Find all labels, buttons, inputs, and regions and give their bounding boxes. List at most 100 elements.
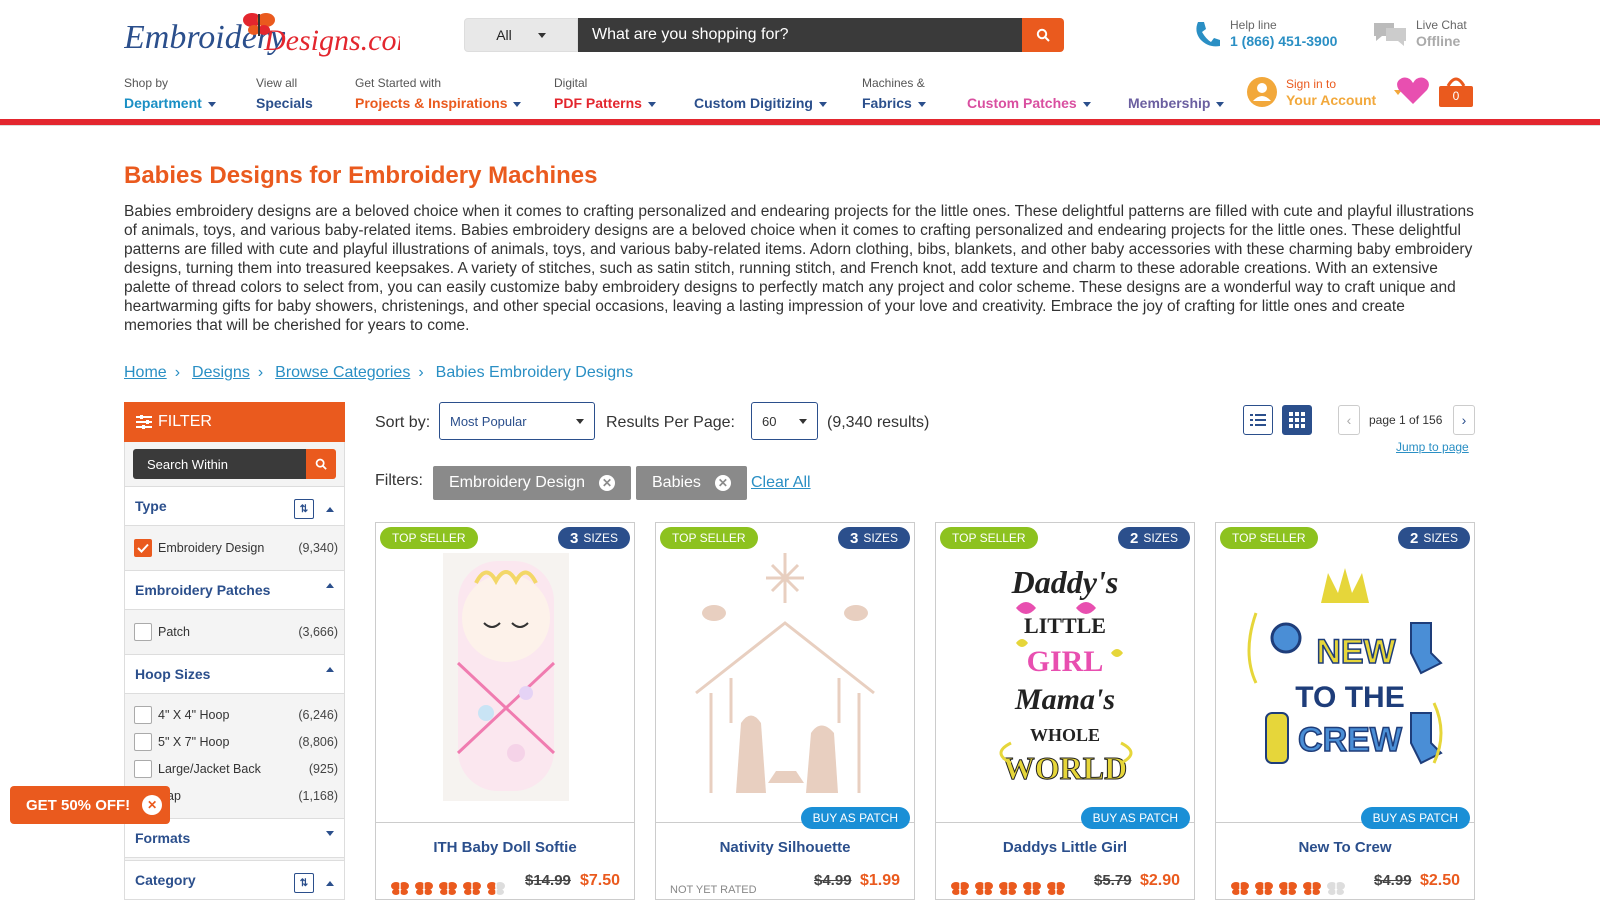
buy-as-patch-badge[interactable]: BUY AS PATCH <box>800 807 910 829</box>
product-image[interactable]: Daddy's LITTLE GIRL Mama's WHOLE WORLD <box>936 523 1194 823</box>
breadcrumb-browse-categories[interactable]: Browse Categories <box>275 364 410 382</box>
sort-select[interactable]: Most Popular <box>439 402 595 440</box>
product-image[interactable] <box>656 523 914 823</box>
search-within-input[interactable]: Search Within <box>133 449 306 479</box>
remove-icon[interactable]: ✕ <box>714 475 731 491</box>
search-category-value: All <box>496 27 512 43</box>
filter-option-patch[interactable]: Patch (3,666) <box>134 621 338 643</box>
heart-icon <box>1397 77 1429 104</box>
chip-label: Babies <box>652 474 701 491</box>
product-image[interactable] <box>376 523 634 823</box>
header-shadow <box>0 125 1600 126</box>
checkbox[interactable] <box>134 733 152 751</box>
product-card[interactable]: TOP SELLER 3 SIZES BUY AS PATCH Nativity … <box>655 522 915 900</box>
product-name[interactable]: Daddys Little Girl <box>936 839 1194 856</box>
phone-icon <box>1196 21 1220 46</box>
close-icon[interactable]: ✕ <box>142 795 163 815</box>
product-name[interactable]: Nativity Silhouette <box>656 839 914 856</box>
remove-icon[interactable]: ✕ <box>599 475 616 491</box>
chevron-down-icon <box>576 418 584 424</box>
collapse-icon[interactable] <box>326 880 334 886</box>
search-input[interactable]: What are you shopping for? <box>578 18 1022 52</box>
collapse-icon[interactable] <box>326 583 334 588</box>
sort-icon[interactable]: ⇅ <box>294 499 314 519</box>
collapse-icon[interactable] <box>326 506 334 512</box>
breadcrumb-designs[interactable]: Designs <box>192 364 250 382</box>
search-button[interactable] <box>1022 18 1064 52</box>
list-icon <box>1250 414 1266 426</box>
expand-icon[interactable] <box>326 831 334 836</box>
breadcrumb-home[interactable]: Home <box>124 364 167 382</box>
wishlist-button[interactable] <box>1396 76 1430 111</box>
site-search: All What are you shopping for? <box>464 18 1064 52</box>
filter-section-hoop-sizes[interactable]: Hoop Sizes <box>125 654 344 694</box>
sizes-label: SIZES <box>1143 531 1178 545</box>
filter-option-embroidery-design[interactable]: Embroidery Design (9,340) <box>134 537 338 559</box>
sizes-badge: 2 SIZES <box>1397 527 1470 549</box>
filter-chip-babies[interactable]: Babies ✕ <box>636 466 747 500</box>
next-page-button[interactable]: › <box>1453 405 1475 435</box>
buy-as-patch-badge[interactable]: BUY AS PATCH <box>1360 807 1470 829</box>
nav-top-label <box>694 76 827 90</box>
live-chat[interactable]: Live Chat Offline <box>1372 18 1467 49</box>
nav-top-label <box>1128 76 1224 90</box>
product-card[interactable]: TOP SELLER 3SIZES BUY AS PATCH ITH Baby … <box>375 522 635 900</box>
nativity-image <box>695 553 875 793</box>
nav-membership[interactable]: Membership <box>1128 76 1225 113</box>
clear-all-link[interactable]: Clear All <box>751 474 811 492</box>
account-menu[interactable]: Sign in to Your Account <box>1246 76 1403 108</box>
filter-option-hoop-5x7[interactable]: 5" X 7" Hoop (8,806) <box>134 731 338 753</box>
sort-icon[interactable]: ⇅ <box>294 873 314 893</box>
nav-custom-digitizing[interactable]: Custom Digitizing <box>694 76 827 113</box>
chevron-left-icon: ‹ <box>1346 412 1352 428</box>
promo-banner[interactable]: GET 50% OFF! ✕ <box>10 786 170 824</box>
collapse-icon[interactable] <box>326 667 334 672</box>
filter-section-type[interactable]: Type ⇅ <box>125 486 344 526</box>
prev-page-button[interactable]: ‹ <box>1338 405 1360 435</box>
product-name[interactable]: New To Crew <box>1216 839 1474 856</box>
filter-option-hoop-4x4[interactable]: 4" X 4" Hoop (6,246) <box>134 704 338 726</box>
cart-button[interactable]: 0 <box>1438 74 1474 108</box>
art-text: Daddy's <box>1011 564 1119 600</box>
nav-fabrics[interactable]: Machines & Fabrics <box>862 76 926 113</box>
checkbox-checked[interactable] <box>134 539 152 557</box>
top-seller-badge: TOP SELLER <box>940 527 1038 549</box>
per-page-value: 60 <box>762 413 777 429</box>
option-label: Large/Jacket Back <box>158 762 261 776</box>
product-name[interactable]: ITH Baby Doll Softie <box>376 839 634 856</box>
buy-as-patch-badge[interactable]: BUY AS PATCH <box>1080 807 1190 829</box>
nav-specials[interactable]: View all Specials <box>256 76 313 113</box>
grid-view-button[interactable] <box>1282 405 1312 435</box>
checkbox[interactable] <box>134 623 152 641</box>
help-phone[interactable]: 1 (866) 451-3900 <box>1230 33 1337 49</box>
filter-section-formats[interactable]: Formats <box>125 818 344 858</box>
site-logo[interactable]: Embroidery Designs.com <box>123 10 418 60</box>
main-nav: Shop by Department View all Specials Get… <box>124 76 1225 113</box>
checkbox[interactable] <box>134 706 152 724</box>
rating-butterfly-icon <box>487 882 505 895</box>
nav-department[interactable]: Shop by Department <box>124 76 216 113</box>
rating-butterfly-icon <box>1303 882 1321 895</box>
search-category-select[interactable]: All <box>464 18 578 52</box>
product-card[interactable]: NEW TO THE CREW TOP SELLER 2 SIZES BUY AS… <box>1215 522 1475 900</box>
nav-pdf-patterns[interactable]: Digital PDF Patterns <box>554 76 656 113</box>
search-within-button[interactable] <box>306 449 336 479</box>
filter-chip-embroidery-design[interactable]: Embroidery Design ✕ <box>433 466 632 500</box>
per-page-select[interactable]: 60 <box>751 402 818 440</box>
price-sale: $2.50 <box>1420 872 1461 889</box>
checkbox[interactable] <box>134 760 152 778</box>
jump-to-page-link[interactable]: Jump to page <box>1396 440 1469 454</box>
nav-custom-patches[interactable]: Custom Patches <box>967 76 1091 113</box>
filter-option-hoop-large[interactable]: Large/Jacket Back (925) <box>134 758 338 780</box>
product-image[interactable]: NEW TO THE CREW <box>1216 523 1474 823</box>
filter-header[interactable]: FILTER <box>124 402 345 442</box>
nav-main-label: PDF Patterns <box>554 95 642 111</box>
product-card[interactable]: Daddy's LITTLE GIRL Mama's WHOLE WORLD T… <box>935 522 1195 900</box>
section-title: Embroidery Patches <box>135 582 271 598</box>
help-line[interactable]: Help line 1 (866) 451-3900 <box>1192 18 1337 49</box>
list-view-button[interactable] <box>1243 405 1273 435</box>
nav-projects[interactable]: Get Started with Projects & Inspirations <box>355 76 522 113</box>
filter-section-category[interactable]: Category ⇅ <box>125 860 344 900</box>
chevron-down-icon <box>647 101 656 107</box>
filter-section-patches[interactable]: Embroidery Patches <box>125 570 344 610</box>
